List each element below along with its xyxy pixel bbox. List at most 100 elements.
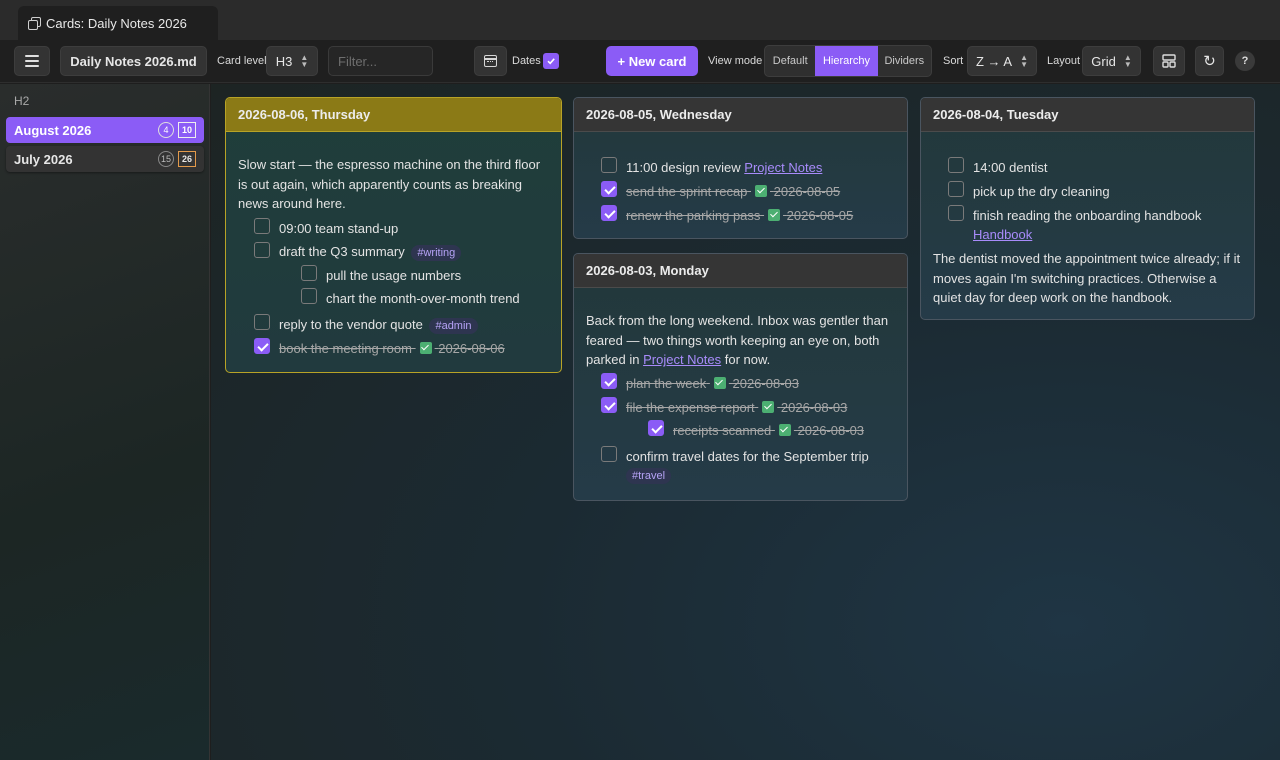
task-item-done: send the sprint recap 2026-08-05 — [626, 184, 840, 199]
layout-icon — [1162, 54, 1176, 68]
task-checkbox[interactable] — [601, 157, 617, 173]
task-item-done: file the expense report 2026-08-03 — [626, 400, 847, 415]
tag-writing[interactable]: #writing — [411, 245, 462, 261]
refresh-button[interactable]: ↻ — [1195, 46, 1224, 76]
filter-input[interactable] — [328, 46, 433, 76]
file-name-button[interactable]: Daily Notes 2026.md — [60, 46, 207, 76]
card-level-value: H3 — [275, 53, 293, 69]
dates-checkbox[interactable] — [543, 53, 559, 69]
check-icon — [547, 58, 555, 65]
task-label: file the expense report — [626, 400, 755, 415]
task-label: book the meeting room — [279, 341, 412, 356]
view-mode-default[interactable]: Default — [765, 46, 815, 76]
task-checkbox-checked[interactable] — [601, 205, 617, 221]
view-mode-dividers[interactable]: Dividers — [878, 46, 931, 76]
done-date: 2026-08-03 — [732, 376, 799, 391]
task-checkbox[interactable] — [301, 288, 317, 304]
card-title: 2026-08-05, Wednesday — [574, 98, 907, 132]
card-paragraph: The dentist moved the appointment twice … — [933, 251, 1241, 305]
done-check-icon — [713, 377, 726, 389]
view-mode-hierarchy[interactable]: Hierarchy — [815, 46, 878, 76]
task-label: chart the month-over-month trend — [326, 291, 520, 306]
task-checkbox[interactable] — [301, 265, 317, 281]
sidebar-item-label: July 2026 — [14, 151, 73, 167]
layout-toggle-button[interactable] — [1153, 46, 1185, 76]
help-button[interactable]: ? — [1235, 51, 1255, 71]
card-2026-08-03[interactable]: 2026-08-03, Monday Back from the long we… — [573, 253, 908, 501]
view-mode-label: View mode — [708, 55, 763, 67]
task-checkbox[interactable] — [254, 218, 270, 234]
task-label: pick up the dry cleaning — [973, 184, 1110, 199]
card-level-select[interactable]: H3 ▲ ▼ — [266, 46, 318, 76]
calendar-icon — [484, 55, 497, 67]
done-date: 2026-08-06 — [438, 341, 505, 356]
new-card-button[interactable]: + New card — [606, 46, 698, 76]
layout-select[interactable]: Grid ▲ ▼ — [1082, 46, 1141, 76]
link-handbook[interactable]: Handbook — [973, 227, 1032, 242]
sidebar-item-august-2026[interactable]: August 2026 4 10 — [6, 117, 204, 143]
card-title: 2026-08-06, Thursday — [226, 98, 561, 132]
card-2026-08-05[interactable]: 2026-08-05, Wednesday 11:00 design revie… — [573, 97, 908, 239]
task-item-done: receipts scanned 2026-08-03 — [673, 423, 864, 438]
sidebar-heading: H2 — [14, 94, 30, 108]
card-level-label: Card level — [217, 55, 267, 67]
note-count-badge: 4 — [158, 122, 174, 138]
card-title: 2026-08-03, Monday — [574, 254, 907, 288]
task-label: draft the Q3 summary — [279, 244, 405, 259]
tag-travel[interactable]: #travel — [626, 468, 672, 484]
task-label: 11:00 design review — [626, 160, 741, 175]
sidebar-item-july-2026[interactable]: July 2026 15 26 — [6, 146, 204, 172]
card-paragraph: Back from the long weekend. Inbox was ge… — [586, 311, 898, 370]
task-checkbox-checked[interactable] — [601, 397, 617, 413]
calendar-button[interactable] — [474, 46, 507, 76]
done-check-icon — [768, 209, 781, 221]
task-checkbox[interactable] — [254, 314, 270, 330]
done-check-icon — [762, 401, 775, 413]
task-label: renew the parking pass — [626, 208, 761, 223]
done-date: 2026-08-05 — [786, 208, 854, 223]
layout-value: Grid — [1091, 53, 1116, 69]
task-checkbox[interactable] — [948, 157, 964, 173]
cards-area: 2026-08-06, Thursday Slow start — the es… — [211, 84, 1280, 760]
sort-select[interactable]: Z → A ▲ ▼ — [967, 46, 1037, 76]
task-checkbox-checked[interactable] — [254, 338, 270, 354]
copy-icon — [28, 17, 41, 30]
done-check-icon — [419, 342, 432, 354]
task-checkbox-checked[interactable] — [601, 181, 617, 197]
chevron-updown-icon: ▲ ▼ — [1020, 53, 1029, 69]
done-date: 2026-08-03 — [780, 400, 848, 415]
task-item-done: book the meeting room 2026-08-06 — [279, 341, 505, 356]
card-2026-08-06[interactable]: 2026-08-06, Thursday Slow start — the es… — [225, 97, 562, 373]
chevron-updown-icon: ▲ ▼ — [1123, 53, 1132, 69]
done-check-icon — [778, 424, 791, 436]
tab-cards-daily-notes[interactable]: Cards: Daily Notes 2026 — [18, 6, 218, 40]
refresh-icon: ↻ — [1203, 53, 1216, 70]
sort-label: Sort — [943, 55, 964, 67]
task-item: 11:00 design review Project Notes — [626, 160, 822, 175]
link-project-notes[interactable]: Project Notes — [643, 352, 721, 367]
link-project-notes[interactable]: Project Notes — [744, 160, 822, 175]
hamburger-icon — [25, 55, 39, 67]
task-item: reply to the vendor quote #admin — [279, 317, 478, 334]
task-label: 09:00 team stand-up — [279, 221, 399, 236]
paragraph-text: for now. — [721, 352, 771, 367]
task-checkbox-checked[interactable] — [601, 373, 617, 389]
task-checkbox[interactable] — [948, 205, 964, 221]
task-checkbox[interactable] — [601, 446, 617, 462]
task-label: receipts scanned — [673, 423, 772, 438]
task-label: plan the week — [626, 376, 707, 391]
sidebar: H2 August 2026 4 10 July 2026 15 26 — [0, 84, 210, 760]
task-label: 14:00 dentist — [973, 160, 1048, 175]
menu-button[interactable] — [14, 46, 50, 76]
card-title: 2026-08-04, Tuesday — [921, 98, 1254, 132]
task-label: pull the usage numbers — [326, 268, 462, 283]
note-count-badge: 15 — [158, 151, 174, 167]
task-checkbox[interactable] — [948, 181, 964, 197]
task-item-done: plan the week 2026-08-03 — [626, 376, 799, 391]
task-checkbox[interactable] — [254, 242, 270, 258]
card-2026-08-04[interactable]: 2026-08-04, Tuesday 14:00 dentist pick u… — [920, 97, 1255, 320]
task-label: finish reading the onboarding handbook — [973, 208, 1202, 223]
title-bar: Cards: Daily Notes 2026 — [0, 0, 1280, 40]
tag-admin[interactable]: #admin — [429, 318, 478, 334]
task-checkbox-checked[interactable] — [648, 420, 664, 436]
